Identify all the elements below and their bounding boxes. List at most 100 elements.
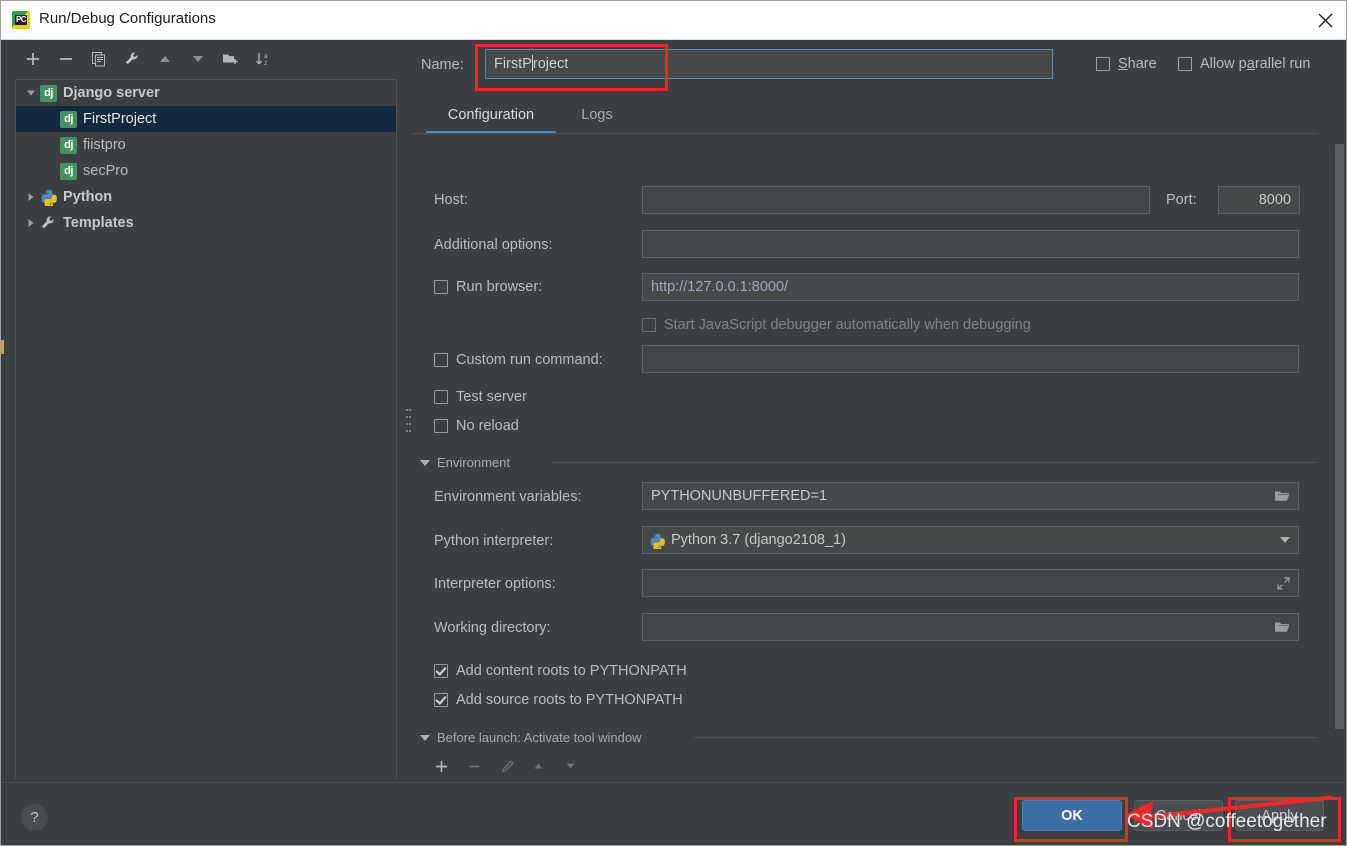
left-edge-marker [1, 340, 4, 354]
tree-item-label: Templates [63, 215, 134, 231]
tree-item-firstproject[interactable]: dj FirstProject [16, 106, 396, 132]
close-icon[interactable] [1302, 1, 1347, 39]
configurations-tree[interactable]: dj Django server dj FirstProject dj fiis… [15, 79, 397, 779]
test-server-checkbox[interactable]: Test server [434, 389, 527, 405]
django-icon: dj [60, 111, 77, 128]
interpreter-options-label: Interpreter options: [434, 576, 556, 592]
expand-icon[interactable] [1275, 575, 1291, 591]
working-directory-input[interactable] [642, 613, 1299, 641]
before-launch-add-button[interactable] [429, 754, 453, 778]
before-launch-header[interactable]: Before launch: Activate tool window [420, 730, 642, 745]
move-up-button[interactable] [152, 46, 178, 72]
interpreter-options-input[interactable] [642, 569, 1299, 597]
port-label: Port: [1166, 192, 1197, 208]
folder-open-icon[interactable] [1274, 619, 1290, 635]
name-input-value-left: FirstP [494, 56, 532, 72]
sort-configurations-button[interactable]: a z [251, 46, 277, 72]
content-scrollbar-thumb[interactable] [1335, 144, 1344, 729]
name-input[interactable]: FirstProject [485, 49, 1053, 79]
share-label: Share [1118, 56, 1157, 72]
copy-configuration-button[interactable] [86, 46, 112, 72]
checkbox-box [434, 390, 448, 404]
configuration-form: Host: Port: 8000 Additional options: Run… [412, 134, 1347, 729]
before-launch-move-up-button[interactable] [526, 754, 550, 778]
title-bar: PC Run/Debug Configurations [1, 1, 1347, 40]
test-server-label: Test server [456, 389, 527, 405]
tree-item-secpro[interactable]: dj secPro [16, 158, 396, 184]
share-checkbox[interactable]: Share [1096, 56, 1157, 72]
tab-label: Logs [581, 107, 612, 123]
python-icon [40, 189, 57, 206]
tree-item-label: Django server [63, 85, 160, 101]
collapse-triangle-icon[interactable] [22, 192, 40, 202]
host-input[interactable] [642, 186, 1150, 214]
help-button[interactable]: ? [21, 804, 48, 831]
working-directory-label: Working directory: [434, 620, 551, 636]
checkbox-box [434, 353, 448, 367]
add-content-roots-label: Add content roots to PYTHONPATH [456, 663, 687, 679]
django-icon: dj [40, 85, 57, 102]
allow-parallel-run-checkbox[interactable]: Allow parallel run [1178, 56, 1310, 72]
add-configuration-button[interactable] [20, 46, 46, 72]
run-browser-url-input[interactable]: http://127.0.0.1:8000/ [642, 273, 1299, 301]
django-icon: dj [60, 163, 77, 180]
expand-triangle-icon[interactable] [22, 89, 40, 97]
wrench-icon [40, 215, 57, 232]
remove-configuration-button[interactable] [53, 46, 79, 72]
no-reload-label: No reload [456, 418, 519, 434]
chevron-down-icon[interactable] [1280, 537, 1290, 543]
no-reload-checkbox[interactable]: No reload [434, 418, 519, 434]
chevron-down-icon[interactable] [420, 735, 430, 741]
tree-item-python[interactable]: Python [16, 184, 396, 210]
custom-run-command-input[interactable] [642, 345, 1299, 373]
additional-options-label: Additional options: [434, 237, 553, 253]
tab-configuration[interactable]: Configuration [426, 96, 556, 134]
tab-logs[interactable]: Logs [567, 96, 627, 134]
add-source-roots-checkbox[interactable]: Add source roots to PYTHONPATH [434, 692, 683, 708]
checkbox-box [1178, 57, 1192, 71]
python-interpreter-label: Python interpreter: [434, 533, 553, 549]
tree-item-templates[interactable]: Templates [16, 210, 396, 236]
editor-tabs: Configuration Logs [412, 96, 1347, 134]
panel-splitter[interactable] [405, 405, 412, 439]
checkbox-box [434, 664, 448, 678]
python-interpreter-dropdown[interactable]: Python 3.7 (django2108_1) [642, 526, 1299, 554]
name-label: Name: [421, 57, 464, 73]
chevron-down-icon[interactable] [420, 460, 430, 466]
additional-options-input[interactable] [642, 230, 1299, 258]
run-browser-checkbox[interactable]: Run browser: [434, 279, 542, 295]
collapse-triangle-icon[interactable] [22, 218, 40, 228]
edit-templates-button[interactable] [119, 46, 145, 72]
move-down-button[interactable] [185, 46, 211, 72]
cancel-button[interactable]: Cancel [1134, 800, 1223, 831]
new-folder-button[interactable] [218, 46, 244, 72]
svg-text:z: z [264, 60, 267, 67]
section-divider [552, 462, 1317, 463]
checkbox-box [434, 693, 448, 707]
environment-variables-input[interactable]: PYTHONUNBUFFERED=1 [642, 482, 1299, 510]
add-content-roots-checkbox[interactable]: Add content roots to PYTHONPATH [434, 663, 687, 679]
environment-section-header[interactable]: Environment [420, 455, 510, 470]
tree-item-fiistpro[interactable]: dj fiistpro [16, 132, 396, 158]
checkbox-box [1096, 57, 1110, 71]
add-source-roots-label: Add source roots to PYTHONPATH [456, 692, 683, 708]
port-input[interactable]: 8000 [1218, 186, 1300, 214]
custom-run-command-checkbox[interactable]: Custom run command: [434, 352, 603, 368]
python-icon [649, 532, 665, 548]
tree-item-label: FirstProject [83, 111, 156, 127]
ok-button[interactable]: OK [1022, 800, 1122, 831]
js-debugger-checkbox[interactable]: Start JavaScript debugger automatically … [642, 317, 1031, 333]
folder-open-icon[interactable] [1274, 488, 1290, 504]
before-launch-remove-button[interactable] [462, 754, 486, 778]
before-launch-section: Before launch: Activate tool window [412, 730, 1347, 782]
before-launch-edit-button[interactable] [495, 754, 519, 778]
tree-item-django-server[interactable]: dj Django server [16, 80, 396, 106]
allow-parallel-run-label: Allow parallel run [1200, 56, 1310, 72]
checkbox-box [434, 280, 448, 294]
apply-button[interactable]: Apply [1235, 800, 1324, 831]
run-debug-configurations-dialog: PC Run/Debug Configurations [0, 0, 1347, 846]
run-browser-label: Run browser: [456, 279, 542, 295]
checkbox-box [434, 419, 448, 433]
svg-text:a: a [264, 53, 268, 60]
before-launch-move-down-button[interactable] [558, 754, 582, 778]
